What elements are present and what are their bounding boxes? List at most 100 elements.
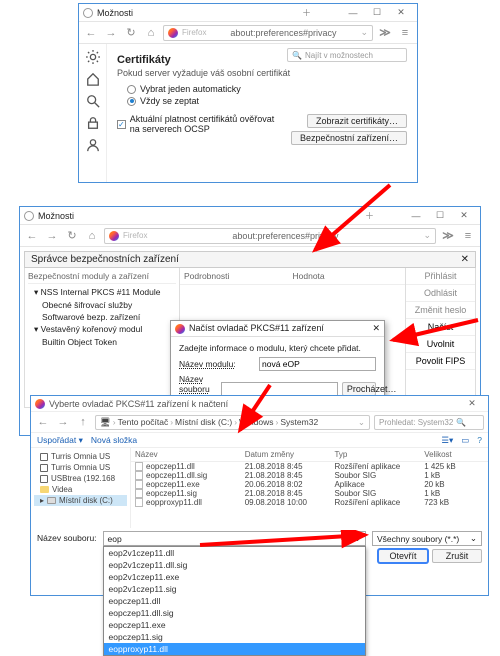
home-icon[interactable] [86,72,100,86]
action-change-password[interactable]: Změnit heslo [406,302,475,319]
library-icon[interactable]: ≫ [440,228,456,244]
chevron-down-icon[interactable]: ⌄ [354,533,361,544]
action-logout[interactable]: Odhlásit [406,285,475,302]
url-box[interactable]: Firefox about:preferences#privacy ⌄ [163,25,373,41]
filter-combo[interactable]: Všechny soubory (*.*) ⌄ [372,531,482,546]
forward-icon[interactable]: → [44,228,60,244]
cancel-button[interactable]: Zrušit [432,549,482,563]
nav-item[interactable]: Turris Omnia US [34,462,127,473]
file-row[interactable]: eopczep11.dll21.08.2018 8:45Rozšíření ap… [131,462,488,471]
reload-icon[interactable]: ↻ [64,228,80,244]
radio-ask[interactable]: Vždy se zeptat [127,96,407,106]
tab-title[interactable]: Možnosti [97,8,133,18]
tree-item[interactable]: Softwarové bezp. zařízení [28,311,176,323]
browse-button[interactable]: Procházet… [342,382,376,396]
back-icon[interactable]: ← [35,414,51,430]
url-box[interactable]: Firefox about:preferences#privacy ⌄ [104,228,436,244]
tree-item[interactable]: Obecné šifrovací služby [28,299,176,311]
action-buttons: Přihlásit Odhlásit Změnit heslo Načíst U… [405,268,475,407]
close-button[interactable]: ✕ [389,5,413,21]
forward-icon[interactable]: → [103,25,119,41]
new-folder-button[interactable]: Nová složka [91,435,137,445]
action-unload[interactable]: Uvolnit [406,336,475,353]
show-certificates-button[interactable]: Zobrazit certifikáty… [307,114,407,128]
filename-combo[interactable]: eop ⌄ eop2v1czep11.dlleop2v1czep11.dll.s… [103,531,366,546]
maximize-button[interactable]: ☐ [428,208,452,224]
forward-icon[interactable]: → [55,414,71,430]
home-icon[interactable]: ⌂ [143,25,159,41]
dropdown-item[interactable]: eop2v1czep11.dll.sig [104,559,365,571]
up-icon[interactable]: ↑ [75,414,91,430]
view-icon[interactable]: ☰▾ [441,435,453,446]
open-button[interactable]: Otevřít [378,549,428,563]
action-load[interactable]: Načíst [406,319,475,336]
col-size[interactable]: Velikost [424,450,484,459]
radio-auto[interactable]: Vybrat jeden automaticky [127,84,407,94]
maximize-button[interactable]: ☐ [365,5,389,21]
file-row[interactable]: eopczep11.sig21.08.2018 8:45Soubor SIG1 … [131,489,488,498]
dropdown-item[interactable]: eop2v1czep11.exe [104,571,365,583]
module-file-input[interactable] [221,382,338,396]
nav-item[interactable]: Videa [34,484,127,495]
tab-new[interactable]: ＋ [365,209,374,222]
dropdown-item[interactable]: eopczep11.exe [104,619,365,631]
module-tree[interactable]: Bezpečnostní moduly a zařízení ▾ NSS Int… [25,268,180,407]
search-box[interactable]: Prohledat: System32 🔍 [374,415,484,430]
reload-icon[interactable]: ↻ [123,25,139,41]
module-name-input[interactable] [259,357,376,371]
close-icon[interactable]: ✕ [461,254,469,265]
library-icon[interactable]: ≫ [377,25,393,41]
tree-item[interactable]: ▾ NSS Internal PKCS #11 Module [28,286,176,299]
col-date[interactable]: Datum změny [245,450,335,459]
dropdown-item[interactable]: eopproxyp11.dll [104,643,365,655]
dropdown-item[interactable]: eopczep11.dll.sig [104,607,365,619]
security-devices-button[interactable]: Bezpečnostní zařízení… [291,131,407,145]
filename-dropdown[interactable]: eop2v1czep11.dlleop2v1czep11.dll.sigeop2… [103,546,366,656]
gear-icon[interactable] [86,50,100,64]
help-icon[interactable]: ? [477,435,482,445]
back-icon[interactable]: ← [83,25,99,41]
home-icon[interactable]: ⌂ [84,228,100,244]
action-fips[interactable]: Povolit FIPS [406,353,475,370]
tree-item[interactable]: Builtin Object Token [28,336,176,348]
minimize-button[interactable]: — [341,5,365,21]
search-preferences[interactable]: 🔍 Najít v možnostech [287,48,407,62]
nav-item[interactable]: ▸ Místní disk (C:) [34,495,127,506]
back-icon[interactable]: ← [24,228,40,244]
minimize-button[interactable]: — [404,208,428,224]
file-row[interactable]: eopczep11.dll.sig21.08.2018 8:45Soubor S… [131,471,488,480]
checkbox-ocsp[interactable]: ✓Aktuální platnost certifikátů ověřovat … [117,114,283,134]
lock-icon[interactable] [86,116,100,130]
menu-icon[interactable]: ≡ [397,25,413,41]
file-row[interactable]: eopproxyp11.dll09.08.2018 10:00Rozšíření… [131,498,488,507]
details-pane-icon[interactable]: ▭ [461,435,469,446]
account-icon[interactable] [86,138,100,152]
dropdown-item[interactable]: eopczep11.dll [104,595,365,607]
dropdown-icon[interactable]: ⌄ [423,230,431,241]
action-login[interactable]: Přihlásit [406,268,475,285]
breadcrumb[interactable]: 🖥› Tento počítač› Místní disk (C:)› Wind… [95,415,370,430]
nav-pane[interactable]: Turris Omnia US Turris Omnia US USBtrea … [31,448,131,528]
organize-menu[interactable]: Uspořádat ▾ [37,435,83,446]
close-button[interactable]: ✕ [452,208,476,224]
dropdown-item[interactable]: eop2v1czep11.sig [104,583,365,595]
preferences-window-1: Možnosti ＋ — ☐ ✕ ← → ↻ ⌂ Firefox about:p… [78,3,418,183]
col-type[interactable]: Typ [334,450,424,459]
file-row[interactable]: eopczep11.exe20.06.2018 8:02Aplikace20 k… [131,480,488,489]
close-icon[interactable]: ✕ [372,323,380,334]
col-name[interactable]: Název [135,450,245,459]
url-prefix: Firefox [123,231,147,240]
menu-icon[interactable]: ≡ [460,228,476,244]
dropdown-item[interactable]: eop2v1czep11.dll [104,547,365,559]
nav-item[interactable]: Turris Omnia US [34,451,127,462]
dropdown-icon[interactable]: ⌄ [360,27,368,38]
chevron-down-icon[interactable]: ⌄ [470,533,477,544]
tree-item[interactable]: ▾ Vestavěný kořenový modul [28,323,176,336]
file-list[interactable]: Název Datum změny Typ Velikost eopczep11… [131,448,488,528]
nav-item[interactable]: USBtrea (192.168 [34,473,127,484]
tab-title[interactable]: Možnosti [38,211,74,221]
search-icon[interactable] [86,94,100,108]
tab-new[interactable]: ＋ [302,6,311,19]
close-button[interactable]: ✕ [460,396,484,412]
dropdown-item[interactable]: eopczep11.sig [104,631,365,643]
